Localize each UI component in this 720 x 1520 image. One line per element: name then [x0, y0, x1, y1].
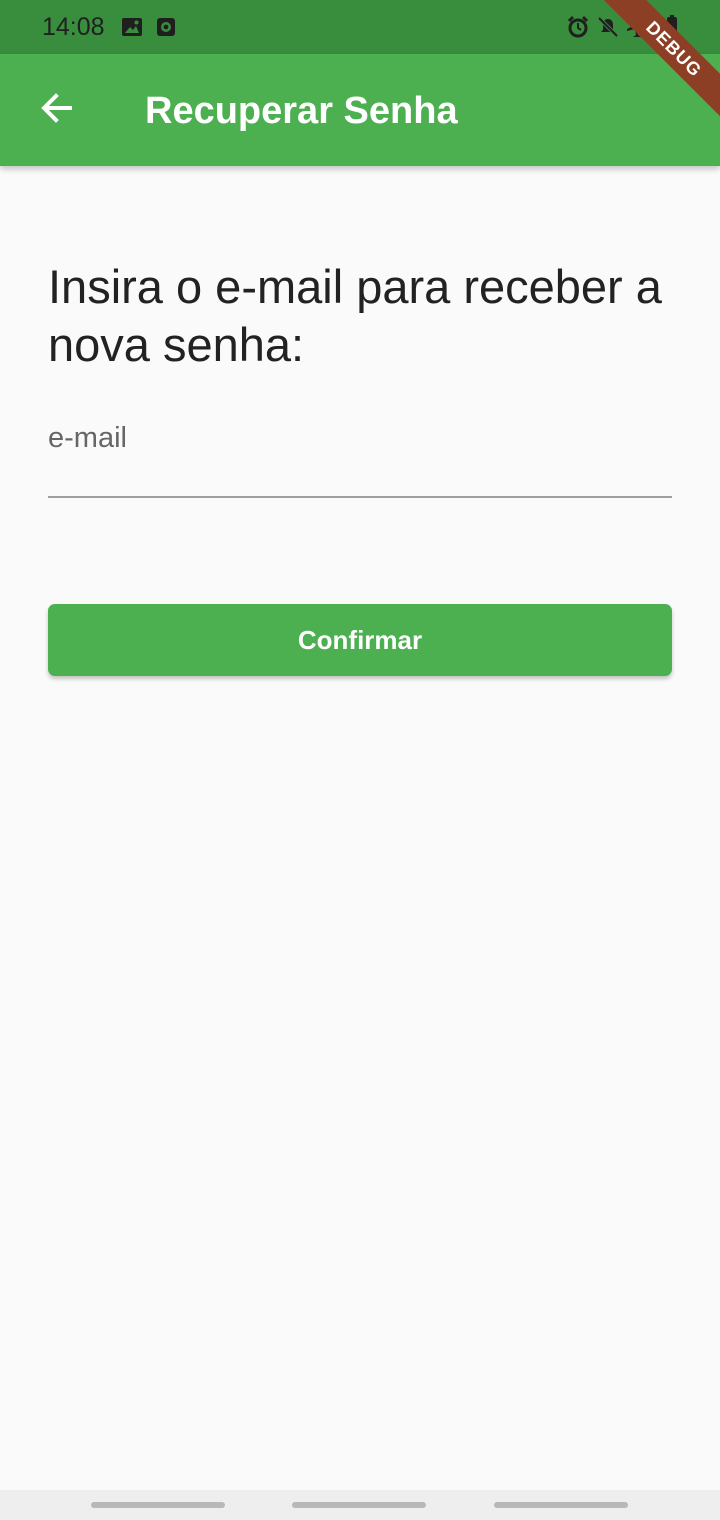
instruction-text: Insira o e-mail para receber a nova senh…: [48, 260, 662, 371]
arrow-left-icon: [39, 91, 73, 130]
nav-handle-center[interactable]: [292, 1502, 426, 1508]
screen-record-icon: [155, 16, 177, 38]
back-button[interactable]: [20, 74, 92, 146]
status-time: 14:08: [42, 13, 105, 41]
nav-handle-left[interactable]: [91, 1502, 225, 1508]
muted-icon: [596, 15, 620, 39]
image-icon: [121, 16, 143, 38]
app-bar: Recuperar Senha: [0, 54, 720, 166]
instruction-section: Insira o e-mail para receber a nova senh…: [48, 258, 672, 374]
email-field[interactable]: [48, 418, 672, 498]
page-title: Recuperar Senha: [145, 90, 458, 132]
gesture-navigation-bar: [0, 1490, 720, 1520]
alarm-icon: [566, 15, 590, 39]
nav-handle-right[interactable]: [494, 1502, 628, 1508]
email-input[interactable]: [48, 418, 672, 458]
confirm-button[interactable]: Confirmar: [48, 604, 672, 676]
